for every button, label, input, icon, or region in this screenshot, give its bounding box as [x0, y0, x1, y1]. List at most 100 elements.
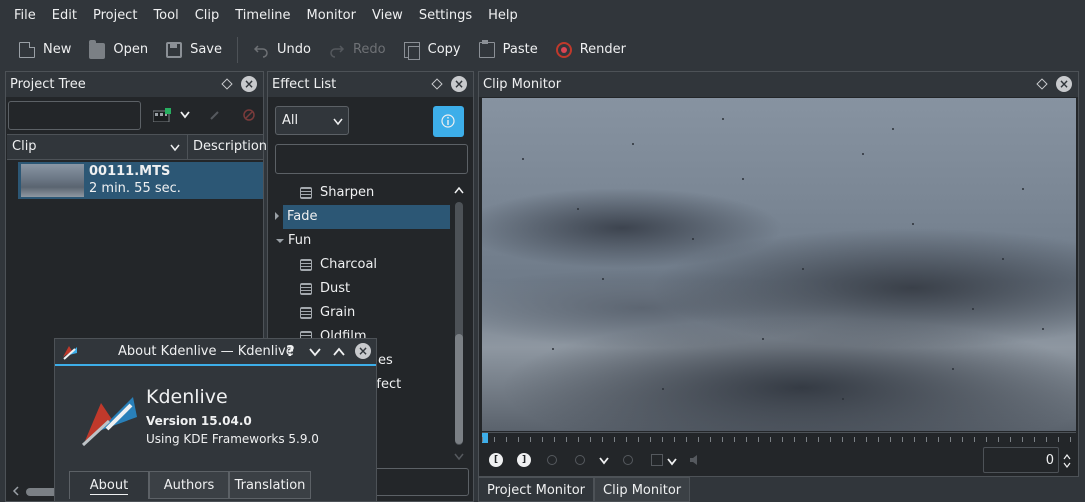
tab-project-monitor[interactable]: Project Monitor — [478, 477, 595, 502]
redo-button[interactable]: Redo — [320, 31, 395, 68]
scroll-up-icon[interactable] — [454, 187, 464, 195]
float-dock-icon[interactable] — [221, 78, 233, 90]
float-dock-icon[interactable] — [431, 78, 443, 90]
menu-monitor[interactable]: Monitor — [299, 0, 364, 31]
paste-button[interactable]: Paste — [470, 31, 547, 68]
menu-timeline[interactable]: Timeline — [227, 0, 298, 31]
project-tree-header: Clip Description — [7, 134, 267, 160]
play-icon[interactable] — [575, 455, 585, 465]
project-tree-titlebar: Project Tree × — [6, 72, 263, 97]
effect-list-title: Effect List — [272, 77, 337, 92]
menu-project[interactable]: Project — [85, 0, 145, 31]
save-label: Save — [190, 42, 223, 57]
menu-file[interactable]: File — [6, 0, 44, 31]
paste-label: Paste — [502, 42, 538, 57]
close-dialog-icon[interactable]: × — [355, 343, 371, 359]
effect-item-dust[interactable]: Dust — [300, 277, 350, 301]
clip-row[interactable]: 00111.MTS 2 min. 55 sec. — [18, 162, 263, 199]
set-zone-start-icon[interactable]: [ — [489, 453, 503, 467]
maximize-icon[interactable] — [333, 347, 345, 356]
save-icon — [166, 41, 183, 58]
effect-item-partial[interactable]: es — [378, 349, 393, 373]
scroll-left-icon[interactable] — [12, 486, 20, 496]
tab-about[interactable]: About — [69, 471, 149, 499]
effect-info-button[interactable] — [433, 106, 464, 137]
close-dock-icon[interactable]: × — [1056, 76, 1072, 92]
menubar: File Edit Project Tool Clip Timeline Mon… — [0, 0, 1085, 31]
tab-clip-monitor[interactable]: Clip Monitor — [594, 477, 691, 502]
render-button[interactable]: Render — [547, 31, 635, 68]
monitor-ruler[interactable] — [482, 432, 1076, 444]
close-dock-icon[interactable]: × — [241, 76, 257, 92]
monitor-tabbar: Project Monitor Clip Monitor — [478, 477, 691, 502]
clip-monitor-video[interactable] — [482, 98, 1076, 431]
category-label: Fade — [287, 209, 318, 224]
timecode-display[interactable]: 0 — [983, 447, 1059, 473]
effect-category-fun[interactable]: Fun — [276, 229, 311, 253]
chevron-down-icon[interactable] — [180, 111, 190, 119]
scrollbar-thumb[interactable] — [455, 334, 463, 444]
effect-filter-select[interactable]: All — [275, 106, 349, 135]
main-toolbar: New Open Save Undo Redo Copy Paste Rende… — [0, 31, 1085, 68]
monitor-options-icon[interactable] — [651, 454, 663, 466]
menu-tool[interactable]: Tool — [145, 0, 186, 31]
effect-icon — [300, 187, 312, 199]
timecode-spin-icon[interactable] — [1063, 454, 1071, 468]
menu-help[interactable]: Help — [480, 0, 526, 31]
effect-filter-value: All — [282, 113, 299, 128]
open-button[interactable]: Open — [80, 31, 157, 68]
about-version: Version 15.04.0 — [146, 414, 252, 428]
about-window-title: About Kdenlive — Kdenlive — [118, 344, 294, 359]
about-frameworks: Using KDE Frameworks 5.9.0 — [146, 432, 319, 446]
effect-item-charcoal[interactable]: Charcoal — [300, 253, 377, 277]
close-dock-icon[interactable]: × — [451, 76, 467, 92]
volume-icon[interactable] — [689, 454, 703, 466]
scroll-down-icon[interactable] — [454, 453, 464, 461]
column-description-header[interactable]: Description — [193, 139, 267, 154]
about-titlebar: About Kdenlive — Kdenlive ? × — [55, 339, 376, 366]
clip-monitor-titlebar: Clip Monitor × — [479, 72, 1078, 97]
menu-view[interactable]: View — [364, 0, 411, 31]
effect-label: Sharpen — [320, 185, 375, 200]
render-icon — [555, 41, 572, 58]
options-chevron-icon[interactable] — [667, 458, 677, 466]
clip-monitor-title: Clip Monitor — [483, 77, 562, 92]
save-button[interactable]: Save — [157, 31, 231, 68]
forward-icon[interactable] — [623, 455, 633, 465]
effect-item-sharpen[interactable]: Sharpen — [300, 181, 374, 205]
sort-chevron-icon[interactable] — [170, 144, 180, 152]
play-menu-chevron-icon[interactable] — [599, 457, 609, 465]
delete-clip-icon[interactable] — [243, 109, 255, 121]
expand-arrow-icon[interactable] — [275, 212, 279, 220]
minimize-icon[interactable] — [309, 348, 321, 357]
clip-duration: 2 min. 55 sec. — [89, 181, 181, 196]
effect-item-grain[interactable]: Grain — [300, 301, 355, 325]
rewind-icon[interactable] — [547, 455, 557, 465]
new-button[interactable]: New — [10, 31, 80, 68]
add-clip-icon[interactable] — [153, 108, 171, 122]
set-zone-end-icon[interactable]: ] — [517, 453, 531, 467]
copy-button[interactable]: Copy — [395, 31, 470, 68]
effect-label: es — [378, 353, 393, 368]
float-dock-icon[interactable] — [1036, 78, 1048, 90]
effect-category-fade[interactable]: Fade — [283, 205, 450, 229]
new-document-icon — [19, 41, 35, 58]
vertical-scrollbar[interactable] — [455, 202, 463, 445]
menu-settings[interactable]: Settings — [411, 0, 480, 31]
project-search-input[interactable] — [8, 101, 141, 130]
effect-list-titlebar: Effect List × — [268, 72, 473, 97]
tab-authors[interactable]: Authors — [149, 471, 229, 499]
tab-translation[interactable]: Translation — [229, 471, 311, 499]
undo-button[interactable]: Undo — [244, 31, 320, 68]
category-label: Fun — [288, 233, 312, 248]
menu-clip[interactable]: Clip — [187, 0, 228, 31]
edit-clip-icon[interactable] — [209, 109, 221, 121]
column-clip-header[interactable]: Clip — [12, 139, 37, 154]
effect-icon — [300, 259, 312, 271]
effect-search-input[interactable] — [275, 144, 468, 174]
help-icon[interactable]: ? — [286, 342, 295, 360]
menu-edit[interactable]: Edit — [44, 0, 85, 31]
paste-icon — [478, 39, 495, 58]
open-label: Open — [113, 42, 149, 57]
undo-label: Undo — [277, 42, 311, 57]
